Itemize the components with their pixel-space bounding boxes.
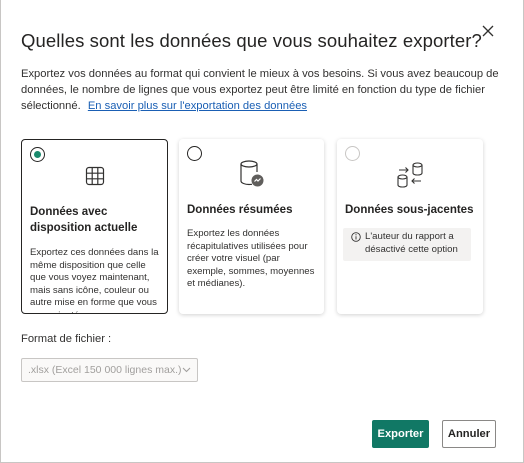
file-format-label: Format de fichier :	[21, 333, 112, 345]
database-transfer-icon	[397, 162, 423, 188]
option-title: Données avec disposition actuelle	[30, 206, 138, 234]
close-icon[interactable]	[481, 24, 495, 38]
file-format-value: .xlsx (Excel 150 000 lignes max.)	[28, 364, 182, 376]
export-button[interactable]: Exporter	[372, 420, 429, 448]
chevron-down-icon	[182, 367, 191, 373]
dialog-title: Quelles sont les données que vous souhai…	[21, 30, 482, 51]
option-title: Données résumées	[187, 204, 293, 216]
file-format-dropdown: .xlsx (Excel 150 000 lignes max.)	[21, 358, 198, 382]
database-summary-icon	[239, 160, 263, 187]
dialog-description: Exportez vos données au format qui convi…	[21, 66, 507, 114]
disabled-info-box: L'auteur du rapport a désactivé cette op…	[343, 228, 471, 261]
option-title: Données sous-jacentes	[345, 204, 474, 216]
radio-summarized[interactable]	[187, 146, 202, 161]
option-card-current-layout[interactable]: Données avec disposition actuelle Export…	[21, 139, 168, 314]
learn-more-link[interactable]: En savoir plus sur l'exportation des don…	[88, 100, 307, 112]
cancel-button[interactable]: Annuler	[442, 420, 496, 448]
option-description: Exportez les données récapitulatives uti…	[187, 228, 315, 289]
export-dialog: Quelles sont les données que vous souhai…	[0, 0, 524, 463]
radio-current-layout[interactable]	[30, 147, 45, 162]
option-description: Exportez ces données dans la même dispos…	[30, 247, 159, 313]
table-grid-icon	[85, 166, 104, 186]
radio-underlying	[345, 146, 360, 161]
option-card-summarized[interactable]: Données résumées Exportez les données ré…	[179, 139, 324, 314]
disabled-info-text: L'auteur du rapport a désactivé cette op…	[365, 231, 458, 255]
info-icon	[351, 232, 361, 242]
option-card-underlying: Données sous-jacentes L'auteur du rappor…	[337, 139, 483, 314]
